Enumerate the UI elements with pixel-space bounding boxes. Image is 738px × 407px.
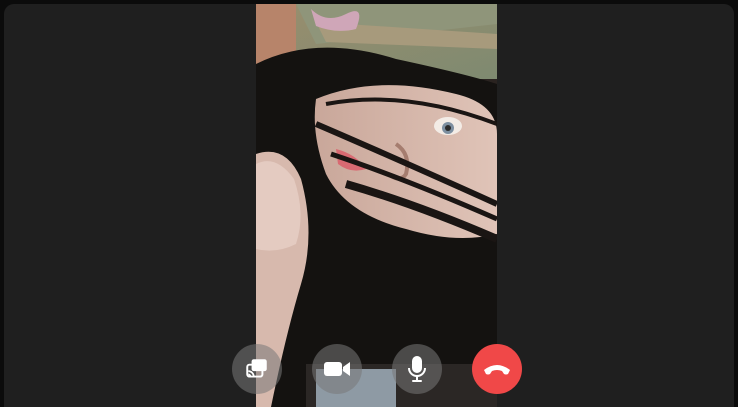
screen-share-button[interactable] <box>232 344 282 394</box>
video-call-window <box>4 4 734 407</box>
video-camera-icon <box>324 362 350 376</box>
camera-toggle-button[interactable] <box>312 344 362 394</box>
microphone-icon <box>408 356 426 382</box>
remote-video-feed <box>256 4 497 407</box>
video-frame <box>256 4 497 407</box>
microphone-toggle-button[interactable] <box>392 344 442 394</box>
hang-up-icon <box>484 365 510 375</box>
cast-icon <box>246 359 267 378</box>
end-call-button[interactable] <box>472 344 522 394</box>
